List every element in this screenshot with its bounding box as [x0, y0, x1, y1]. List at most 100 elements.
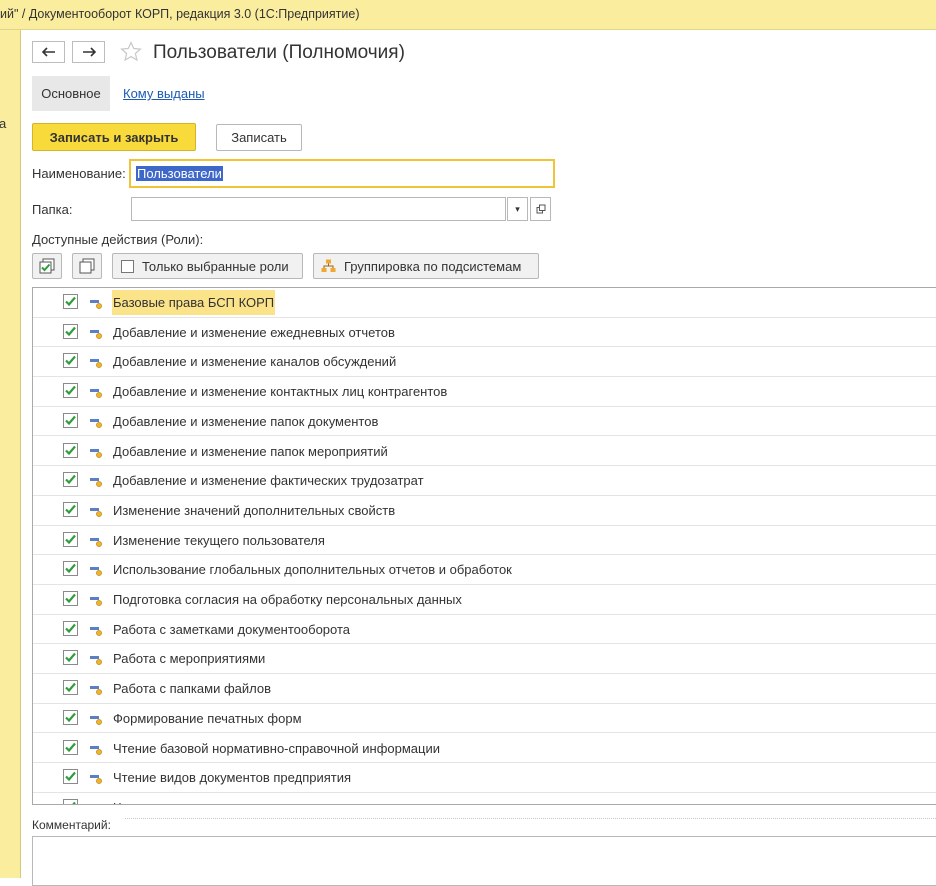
checkbox-checked-icon[interactable]	[63, 740, 78, 755]
checkbox-checked-icon[interactable]	[63, 294, 78, 309]
role-row[interactable]: Использование глобальных дополнительных …	[33, 555, 936, 585]
role-icon	[89, 682, 103, 696]
checkbox-checked-icon[interactable]	[63, 502, 78, 517]
role-row[interactable]: Добавление и изменение папок документов	[33, 407, 936, 437]
only-selected-roles-toggle[interactable]: Только выбранные роли	[112, 253, 303, 279]
role-row[interactable]: Подготовка согласия на обработку персона…	[33, 585, 936, 615]
role-label: Добавление и изменение папок документов	[113, 414, 378, 429]
comment-divider	[125, 818, 936, 819]
role-row[interactable]: Добавление и изменение контактных лиц ко…	[33, 377, 936, 407]
role-icon	[89, 415, 103, 429]
role-icon	[89, 504, 103, 518]
role-row[interactable]: Чтение базовой нормативно-справочной инф…	[33, 734, 936, 764]
role-label: Добавление и изменение ежедневных отчето…	[113, 325, 395, 340]
tab-main[interactable]: Основное	[32, 76, 110, 111]
checkbox-checked-icon[interactable]	[63, 710, 78, 725]
star-icon[interactable]	[119, 40, 143, 64]
role-row[interactable]: Работа с мероприятиями	[33, 644, 936, 674]
role-icon	[89, 534, 103, 548]
arrow-left-icon	[42, 47, 56, 57]
role-label: Работа с папками файлов	[113, 681, 271, 696]
role-icon	[89, 623, 103, 637]
hierarchy-icon	[321, 259, 336, 273]
role-row[interactable]: Базовые права БСП КОРП	[33, 288, 936, 318]
check-all-button[interactable]	[32, 253, 62, 279]
checkbox-checked-icon[interactable]	[63, 591, 78, 606]
folder-dropdown-button[interactable]: ▾	[507, 197, 528, 221]
role-icon	[89, 652, 103, 666]
forward-button[interactable]	[72, 41, 105, 63]
role-row[interactable]: Ч	[33, 793, 936, 805]
checkbox-checked-icon[interactable]	[63, 621, 78, 636]
role-label: Изменение значений дополнительных свойст…	[113, 503, 395, 518]
window-title: ий" / Документооборот КОРП, редакция 3.0…	[0, 7, 360, 21]
tab-main-label: Основное	[41, 86, 101, 101]
checkbox-checked-icon[interactable]	[63, 561, 78, 576]
checkbox-checked-icon[interactable]	[63, 680, 78, 695]
checkbox-checked-icon[interactable]	[63, 383, 78, 398]
role-row[interactable]: Чтение видов документов предприятия	[33, 763, 936, 793]
checkbox-icon	[121, 260, 134, 273]
left-panel-strip[interactable]: а	[0, 30, 21, 878]
role-icon	[89, 385, 103, 399]
checkbox-checked-icon[interactable]	[63, 650, 78, 665]
folder-field[interactable]	[131, 197, 506, 221]
role-row[interactable]: Добавление и изменение папок мероприятий	[33, 437, 936, 467]
save-and-close-button[interactable]: Записать и закрыть	[32, 123, 196, 151]
role-icon	[89, 355, 103, 369]
role-icon	[89, 742, 103, 756]
roles-list[interactable]: Базовые права БСП КОРП Добавление и измен…	[32, 287, 936, 805]
save-button[interactable]: Записать	[216, 124, 302, 151]
name-label: Наименование:	[32, 166, 126, 181]
role-icon	[89, 563, 103, 577]
role-row[interactable]: Изменение значений дополнительных свойст…	[33, 496, 936, 526]
role-label: Формирование печатных форм	[113, 711, 302, 726]
uncheck-all-icon	[79, 258, 95, 274]
checkbox-checked-icon[interactable]	[63, 769, 78, 784]
role-label: Работа с заметками документооборота	[113, 622, 350, 637]
comment-label: Комментарий:	[32, 818, 111, 832]
role-icon	[89, 326, 103, 340]
checkbox-checked-icon[interactable]	[63, 413, 78, 428]
roles-label: Доступные действия (Роли):	[32, 232, 203, 247]
tab-issued[interactable]: Кому выданы	[123, 86, 205, 101]
comment-field[interactable]	[32, 836, 936, 886]
role-icon	[89, 712, 103, 726]
left-panel-text: а	[0, 116, 6, 131]
role-row[interactable]: Добавление и изменение каналов обсуждени…	[33, 347, 936, 377]
uncheck-all-button[interactable]	[72, 253, 102, 279]
dropdown-icon: ▾	[515, 204, 520, 215]
checkbox-checked-icon[interactable]	[63, 443, 78, 458]
role-row[interactable]: Формирование печатных форм	[33, 704, 936, 734]
check-all-icon	[39, 258, 55, 274]
role-label: Чтение базовой нормативно-справочной инф…	[113, 741, 440, 756]
role-label: Базовые права БСП КОРП	[112, 290, 275, 315]
arrow-right-icon	[82, 47, 96, 57]
role-row[interactable]: Работа с папками файлов	[33, 674, 936, 704]
group-by-subsystems-label: Группировка по подсистемам	[344, 259, 521, 274]
name-field[interactable]: Пользователи	[129, 159, 555, 188]
role-label: Изменение текущего пользователя	[113, 533, 325, 548]
role-label: Использование глобальных дополнительных …	[113, 562, 512, 577]
open-icon	[536, 204, 546, 214]
role-row[interactable]: Добавление и изменение ежедневных отчето…	[33, 318, 936, 348]
role-row[interactable]: Добавление и изменение фактических трудо…	[33, 466, 936, 496]
back-button[interactable]	[32, 41, 65, 63]
window-title-bar: ий" / Документооборот КОРП, редакция 3.0…	[0, 0, 936, 30]
role-label: Подготовка согласия на обработку персона…	[113, 592, 462, 607]
name-value[interactable]: Пользователи	[136, 166, 223, 181]
checkbox-checked-icon[interactable]	[63, 472, 78, 487]
checkbox-checked-icon[interactable]	[63, 324, 78, 339]
role-row[interactable]: Изменение текущего пользователя	[33, 526, 936, 556]
folder-open-button[interactable]	[530, 197, 551, 221]
role-icon	[89, 801, 103, 805]
checkbox-checked-icon[interactable]	[63, 353, 78, 368]
role-icon	[89, 474, 103, 488]
group-by-subsystems-toggle[interactable]: Группировка по подсистемам	[313, 253, 539, 279]
role-icon	[89, 771, 103, 785]
checkbox-checked-icon[interactable]	[63, 532, 78, 547]
role-label: Чтение видов документов предприятия	[113, 770, 351, 785]
role-row[interactable]: Работа с заметками документооборота	[33, 615, 936, 645]
role-icon	[89, 593, 103, 607]
checkbox-checked-icon[interactable]	[63, 799, 78, 805]
